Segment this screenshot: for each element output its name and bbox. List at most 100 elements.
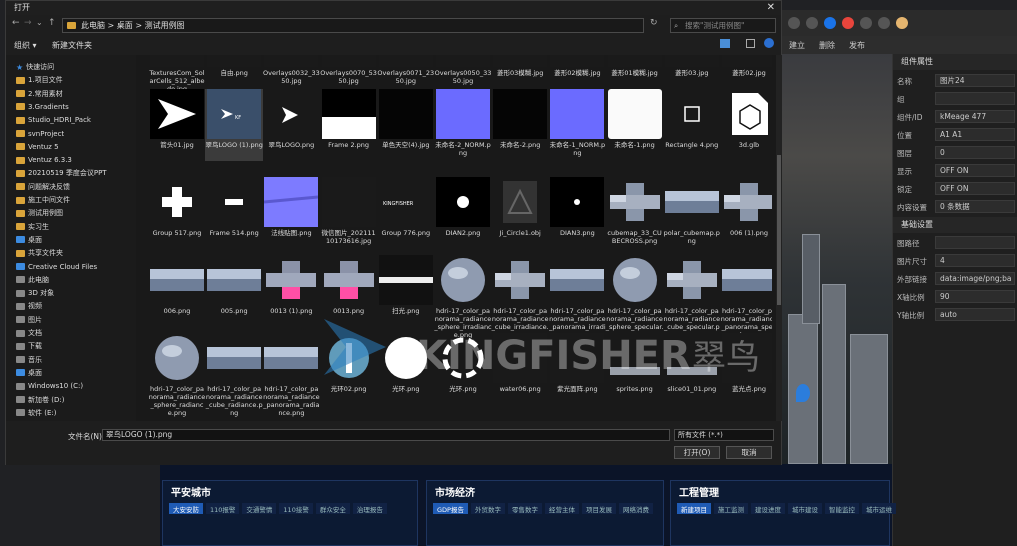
- refresh-icon[interactable]: ↻: [650, 18, 658, 28]
- file-item[interactable]: KF 翠鸟LOGO (1).png: [205, 89, 264, 161]
- toolbar-button[interactable]: 发布: [842, 40, 872, 51]
- new-folder-button[interactable]: 新建文件夹: [52, 40, 92, 51]
- nav-item[interactable]: 图片: [16, 314, 42, 326]
- extension-icon[interactable]: [842, 17, 854, 29]
- nav-item[interactable]: Ventuz 5: [16, 141, 59, 153]
- folder-icon: [16, 316, 25, 324]
- panel-tab[interactable]: 经营主体: [544, 503, 579, 514]
- avatar[interactable]: [896, 17, 908, 29]
- puzzle-icon[interactable]: [860, 17, 872, 29]
- extension-icon[interactable]: [806, 17, 818, 29]
- nav-item[interactable]: 问题解决反馈: [16, 181, 70, 193]
- forward-icon[interactable]: →: [24, 18, 32, 28]
- nav-item[interactable]: 此电脑: [16, 274, 49, 286]
- nav-item[interactable]: 新加卷 (D:): [16, 394, 64, 406]
- panel-tab[interactable]: 项目发展: [581, 503, 616, 514]
- nav-item[interactable]: 桌面: [16, 367, 42, 379]
- nav-item[interactable]: 施工中间文件: [16, 194, 70, 206]
- filename-input[interactable]: 翠鸟LOGO (1).png: [102, 429, 670, 441]
- scrollbar[interactable]: [776, 55, 782, 421]
- panel-tab[interactable]: 城市建设: [788, 503, 822, 514]
- prop-value[interactable]: 90: [935, 290, 1015, 303]
- toolbar-button[interactable]: 删除: [812, 40, 842, 51]
- panel-tab[interactable]: 外贸数字: [470, 503, 505, 514]
- nav-item[interactable]: 2.常用素材: [16, 88, 63, 100]
- nav-item[interactable]: 共享文件夹: [16, 247, 63, 259]
- extension-icon[interactable]: [824, 17, 836, 29]
- open-button[interactable]: 打开(O): [674, 446, 720, 459]
- nav-item[interactable]: 实习生: [16, 221, 49, 233]
- nav-item[interactable]: Windows10 (C:): [16, 380, 83, 392]
- panel-tab[interactable]: 城市运维: [862, 503, 896, 514]
- breadcrumb[interactable]: 测试用例图: [145, 21, 185, 30]
- cancel-button[interactable]: 取消: [726, 446, 772, 459]
- nav-item[interactable]: 3.Gradients: [16, 101, 69, 113]
- prop-value[interactable]: 4: [935, 254, 1015, 267]
- nav-item[interactable]: ★ 快速访问: [16, 61, 54, 73]
- chevron-down-icon[interactable]: ⌄: [36, 18, 43, 27]
- panel-title: 工程管理: [679, 488, 719, 499]
- help-icon[interactable]: [764, 38, 774, 48]
- dialog-title: 打开 ✕: [6, 1, 781, 15]
- panel-tab[interactable]: 零售数字: [507, 503, 542, 514]
- panel-tab[interactable]: 建设进度: [751, 503, 785, 514]
- up-icon[interactable]: ↑: [48, 18, 56, 28]
- nav-item[interactable]: svnProject: [16, 128, 64, 140]
- panel-tab[interactable]: 群众安全: [315, 503, 350, 514]
- nav-item[interactable]: 下载: [16, 340, 42, 352]
- panel-tab[interactable]: 施工监测: [714, 503, 748, 514]
- prop-value[interactable]: auto: [935, 308, 1015, 321]
- prop-value[interactable]: data:image/png;ba: [935, 272, 1015, 285]
- panel-tab[interactable]: 110报警: [206, 503, 240, 514]
- nav-item[interactable]: 软件 (E:): [16, 407, 56, 419]
- nav-item[interactable]: 3D 对象: [16, 287, 54, 299]
- file-thumbnail: [321, 255, 376, 305]
- prop-value[interactable]: [935, 236, 1015, 249]
- prop-value[interactable]: OFF ON: [935, 164, 1015, 177]
- preview-pane-icon[interactable]: [746, 39, 755, 48]
- panel-tab[interactable]: 新建项目: [677, 503, 711, 514]
- prop-value[interactable]: A1 A1: [935, 128, 1015, 141]
- panel-tab[interactable]: 大安安防: [169, 503, 203, 514]
- panel-tab[interactable]: 110接警: [279, 503, 313, 514]
- prop-value[interactable]: 0: [935, 146, 1015, 159]
- toolbar-button[interactable]: 建立: [782, 40, 812, 51]
- prop-value[interactable]: 图片24: [935, 74, 1015, 87]
- nav-item[interactable]: 音乐: [16, 354, 42, 366]
- address-bar[interactable]: 此电脑 > 桌面 > 测试用例图: [62, 18, 644, 33]
- nav-item[interactable]: 桌面: [16, 234, 42, 246]
- nav-item[interactable]: Creative Cloud Files: [16, 261, 97, 273]
- location-pin-icon[interactable]: [796, 384, 810, 402]
- nav-item[interactable]: 测试用例图: [16, 207, 63, 219]
- menu-icon[interactable]: [878, 17, 890, 29]
- scrollbar-thumb[interactable]: [777, 155, 781, 305]
- panel-tab[interactable]: GDP报告: [433, 503, 468, 514]
- close-icon[interactable]: ✕: [767, 1, 775, 15]
- prop-value[interactable]: [935, 92, 1015, 105]
- nav-item[interactable]: 视频: [16, 300, 42, 312]
- filetype-select[interactable]: 所有文件 (*.*): [674, 429, 774, 441]
- section-header[interactable]: 基础设置: [893, 217, 1017, 233]
- panel-tab[interactable]: 网络消费: [618, 503, 653, 514]
- section-header[interactable]: 组件属性: [893, 54, 1017, 70]
- extension-icon[interactable]: [788, 17, 800, 29]
- nav-item[interactable]: 20210519 季度会议PPT: [16, 167, 107, 179]
- 3d-viewport[interactable]: [782, 54, 892, 464]
- search-input[interactable]: ⌕ 搜索"测试用例图": [670, 18, 776, 33]
- prop-value[interactable]: 0 条数据: [935, 200, 1015, 213]
- nav-item[interactable]: Studio_HDRI_Pack: [16, 114, 91, 126]
- nav-item[interactable]: 1.项目文件: [16, 74, 63, 86]
- view-icon[interactable]: [720, 39, 730, 48]
- nav-item[interactable]: Ventuz 6.3.3: [16, 154, 72, 166]
- prop-value[interactable]: OFF ON: [935, 182, 1015, 195]
- file-thumbnail: [607, 255, 662, 305]
- nav-item[interactable]: 文档: [16, 327, 42, 339]
- panel-tab[interactable]: 交通警情: [242, 503, 277, 514]
- breadcrumb[interactable]: 此电脑: [81, 21, 105, 30]
- breadcrumb[interactable]: 桌面: [117, 21, 133, 30]
- organize-button[interactable]: 组织 ▾: [14, 40, 37, 51]
- panel-tab[interactable]: 治理报告: [352, 503, 387, 514]
- panel-tab[interactable]: 智能监控: [825, 503, 859, 514]
- back-icon[interactable]: ←: [12, 18, 20, 28]
- prop-value[interactable]: kMeage 477: [935, 110, 1015, 123]
